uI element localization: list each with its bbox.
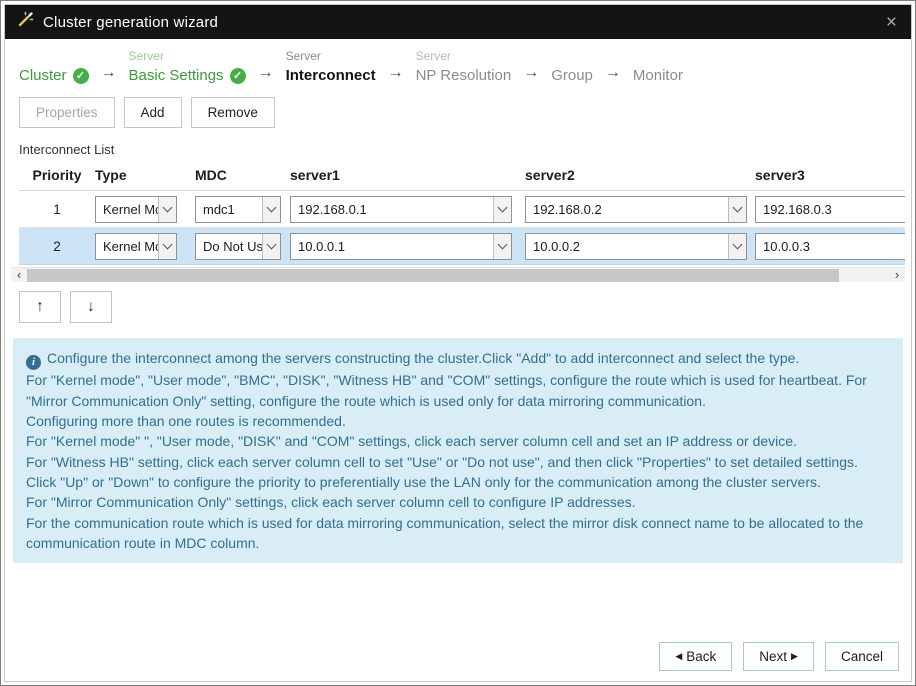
step-arrow-icon: →	[388, 64, 404, 84]
server3-select[interactable]: 10.0.0.3	[755, 233, 905, 260]
info-box: i Configure the interconnect among the se…	[13, 338, 903, 563]
next-button[interactable]: Next ▶	[743, 642, 814, 671]
step-label: Cluster	[19, 67, 67, 84]
move-down-button[interactable]: ↓	[70, 291, 112, 323]
chevron-down-icon[interactable]	[493, 197, 511, 222]
column-header-server2: server2	[525, 167, 755, 183]
step-arrow-icon: →	[605, 64, 621, 84]
step-group: Group	[551, 49, 593, 84]
step-label: Monitor	[633, 67, 683, 84]
step-arrow-icon: →	[101, 64, 117, 84]
step-sub-label	[19, 49, 89, 65]
column-header-type: Type	[95, 167, 195, 183]
priority-controls: ↑ ↓	[19, 291, 905, 323]
step-sub-label	[633, 49, 683, 65]
remove-button[interactable]: Remove	[191, 97, 275, 128]
info-icon: i	[26, 355, 41, 370]
info-line: For "Witness HB" setting, click each ser…	[26, 452, 890, 472]
chevron-down-icon[interactable]	[728, 197, 746, 222]
step-label: Interconnect	[286, 67, 376, 84]
interconnect-table: Priority Type MDC server1 server2 server…	[19, 163, 905, 265]
step-sub-label: Server	[286, 49, 376, 65]
table-header-row: Priority Type MDC server1 server2 server…	[19, 163, 905, 191]
server3-select[interactable]: 192.168.0.3	[755, 196, 905, 223]
check-icon: ✓	[230, 68, 246, 84]
check-icon: ✓	[73, 68, 89, 84]
move-up-button[interactable]: ↑	[19, 291, 61, 323]
step-cluster[interactable]: Cluster ✓	[19, 49, 89, 84]
step-arrow-icon: →	[523, 64, 539, 84]
step-label: NP Resolution	[416, 67, 512, 84]
info-line: For "Mirror Communication Only" settings…	[26, 492, 890, 512]
wizard-stepper: Cluster ✓ → Server Basic Settings ✓ → Se…	[11, 39, 905, 84]
chevron-down-icon[interactable]	[728, 234, 746, 259]
step-label: Group	[551, 67, 593, 84]
chevron-down-icon[interactable]	[493, 234, 511, 259]
interconnect-list-title: Interconnect List	[19, 142, 905, 157]
table-row[interactable]: 1 Kernel Mc mdc1	[19, 191, 905, 228]
chevron-down-icon[interactable]	[262, 197, 280, 222]
properties-button[interactable]: Properties	[19, 97, 115, 128]
cluster-generation-wizard-dialog: Cluster generation wizard × Cluster ✓ → …	[4, 4, 912, 682]
scrollbar-thumb[interactable]	[27, 269, 839, 282]
scroll-right-icon[interactable]: ›	[889, 269, 905, 281]
info-line: For the communication route which is use…	[26, 513, 890, 554]
type-select[interactable]: Kernel Mc	[95, 233, 177, 260]
server2-select[interactable]: 10.0.0.2	[525, 233, 747, 260]
priority-value: 2	[19, 239, 95, 254]
step-sub-label	[551, 49, 593, 65]
server1-select[interactable]: 192.168.0.1	[290, 196, 512, 223]
chevron-down-icon[interactable]	[158, 234, 176, 259]
footer-buttons: ◀ Back Next ▶ Cancel	[11, 630, 905, 681]
next-triangle-icon: ▶	[791, 651, 798, 662]
step-label: Basic Settings	[129, 67, 224, 84]
dialog-frame: Cluster generation wizard × Cluster ✓ → …	[0, 0, 916, 686]
type-select[interactable]: Kernel Mc	[95, 196, 177, 223]
info-line: Configuring more than one routes is reco…	[26, 411, 890, 431]
server2-select[interactable]: 192.168.0.2	[525, 196, 747, 223]
wand-icon	[17, 11, 34, 33]
info-line: For "Kernel mode", "User mode", "BMC", "…	[26, 370, 890, 411]
priority-value: 1	[19, 202, 95, 217]
column-header-server3: server3	[755, 167, 905, 183]
column-header-mdc: MDC	[195, 167, 290, 183]
next-button-label: Next	[759, 649, 787, 664]
horizontal-scrollbar[interactable]: ‹ ›	[11, 267, 905, 282]
close-icon[interactable]: ×	[884, 13, 899, 32]
up-arrow-icon: ↑	[36, 298, 44, 316]
step-np-resolution: Server NP Resolution	[416, 49, 512, 84]
add-button[interactable]: Add	[124, 97, 182, 128]
cancel-button[interactable]: Cancel	[825, 642, 899, 671]
window-title: Cluster generation wizard	[43, 14, 218, 31]
dialog-content: Cluster ✓ → Server Basic Settings ✓ → Se…	[5, 39, 911, 681]
step-sub-label: Server	[129, 49, 246, 65]
step-sub-label: Server	[416, 49, 512, 65]
column-header-server1: server1	[290, 167, 525, 183]
toolbar: Properties Add Remove	[19, 97, 905, 128]
column-header-priority: Priority	[19, 167, 95, 183]
chevron-down-icon[interactable]	[262, 234, 280, 259]
step-interconnect[interactable]: Server Interconnect	[286, 49, 376, 84]
step-monitor: Monitor	[633, 49, 683, 84]
server1-select[interactable]: 10.0.0.1	[290, 233, 512, 260]
mdc-select[interactable]: mdc1	[195, 196, 281, 223]
cancel-button-label: Cancel	[841, 649, 883, 664]
scroll-left-icon[interactable]: ‹	[11, 269, 27, 281]
back-button[interactable]: ◀ Back	[659, 642, 732, 671]
step-arrow-icon: →	[258, 64, 274, 84]
title-bar: Cluster generation wizard ×	[5, 5, 911, 39]
chevron-down-icon[interactable]	[158, 197, 176, 222]
down-arrow-icon: ↓	[87, 298, 95, 316]
table-row[interactable]: 2 Kernel Mc Do Not Us	[19, 228, 905, 265]
info-line: Configure the interconnect among the ser…	[47, 350, 799, 366]
step-basic-settings[interactable]: Server Basic Settings ✓	[129, 49, 246, 84]
back-triangle-icon: ◀	[675, 651, 682, 662]
info-line: For "Kernel mode" ", "User mode, "DISK" …	[26, 431, 890, 451]
info-line: Click "Up" or "Down" to configure the pr…	[26, 472, 890, 492]
mdc-select[interactable]: Do Not Us	[195, 233, 281, 260]
back-button-label: Back	[686, 649, 716, 664]
